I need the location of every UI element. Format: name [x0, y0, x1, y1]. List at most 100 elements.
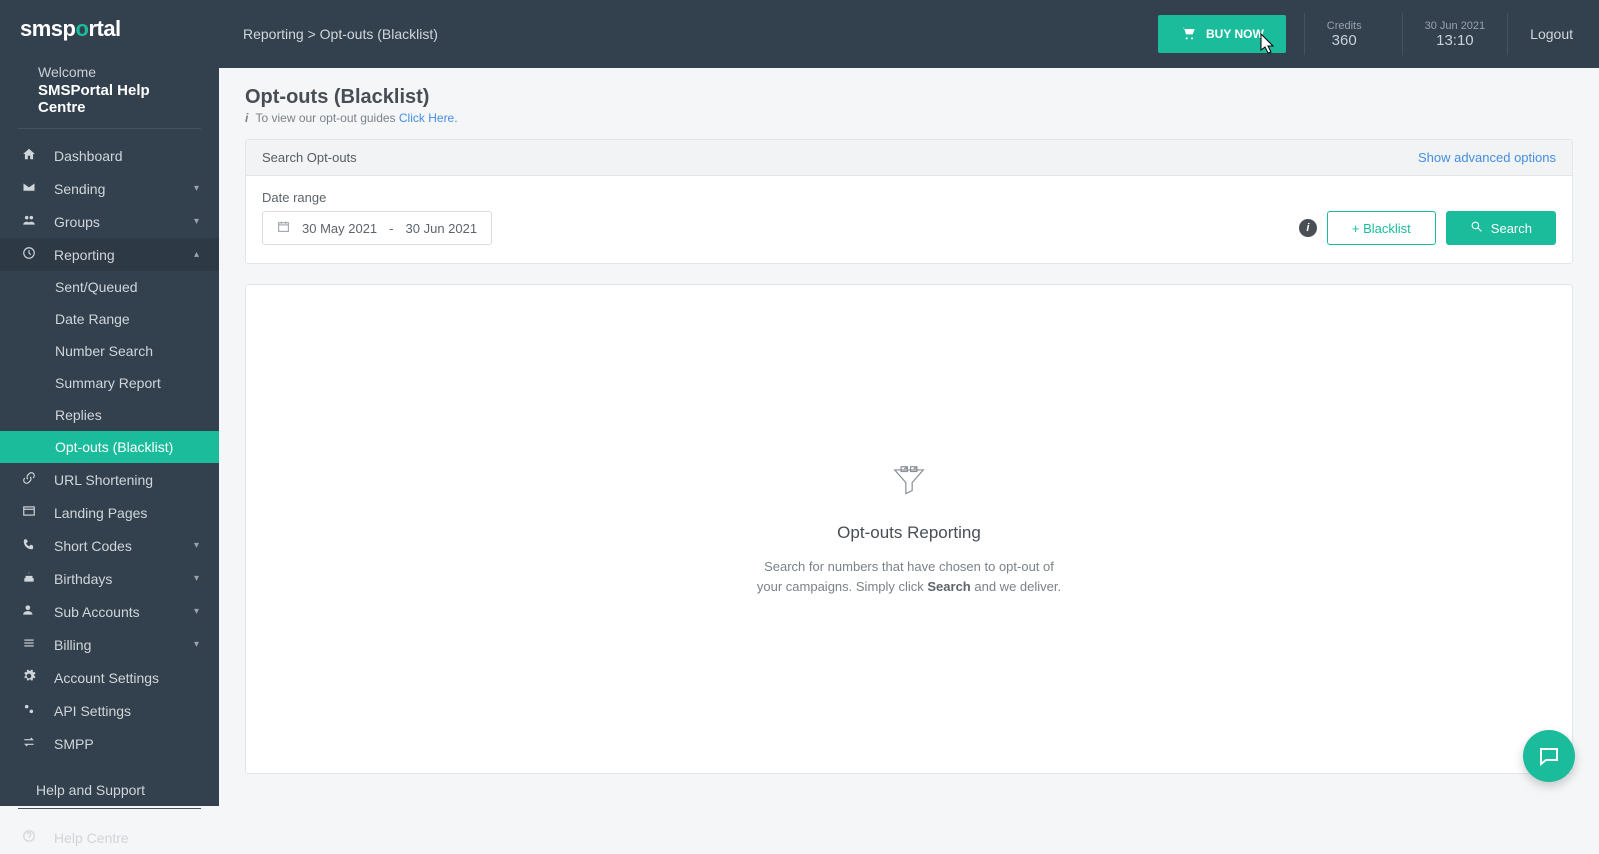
sidebar-item-reporting[interactable]: Reporting ▴ — [0, 238, 219, 271]
sidebar-label: SMPP — [54, 736, 94, 752]
nav-reporting-sub: Sent/Queued Date Range Number Search Sum… — [0, 271, 219, 463]
sidebar-label: Help Centre — [54, 830, 129, 846]
groups-icon — [20, 213, 38, 230]
logo-post: rtal — [88, 16, 120, 41]
date-range-picker[interactable]: 30 May 2021 - 30 Jun 2021 — [262, 211, 492, 245]
advanced-options-link[interactable]: Show advanced options — [1418, 150, 1556, 165]
credits-block: Credits 360 — [1304, 13, 1384, 55]
sidebar-label: Reporting — [54, 247, 115, 263]
sidebar-label: Dashboard — [54, 148, 123, 164]
welcome-name: SMSPortal Help Centre — [38, 82, 181, 116]
welcome-label: Welcome — [38, 64, 181, 80]
buy-now-button[interactable]: BUY NOW — [1158, 15, 1286, 53]
sidebar-item-api-settings[interactable]: API Settings — [0, 694, 219, 727]
sidebar-item-account-settings[interactable]: Account Settings — [0, 661, 219, 694]
sidebar-item-dashboard[interactable]: Dashboard — [0, 139, 219, 172]
sidebar-label: Sending — [54, 181, 105, 197]
help-icon — [20, 829, 38, 846]
reporting-icon — [20, 246, 38, 263]
nav-main: Dashboard Sending ▾ Groups ▾ Re — [0, 133, 219, 760]
link-icon — [20, 471, 38, 488]
credits-value: 360 — [1327, 32, 1362, 49]
sidebar-label: URL Shortening — [54, 472, 153, 488]
birthday-icon — [20, 570, 38, 587]
chevron-up-icon: ▴ — [194, 249, 199, 260]
topbar: Reporting > Opt-outs (Blacklist) BUY NOW… — [219, 0, 1599, 68]
info-tooltip-icon[interactable]: i — [1299, 219, 1317, 237]
search-icon — [1470, 220, 1483, 236]
sidebar-subitem-sent-queued[interactable]: Sent/Queued — [0, 271, 219, 303]
billing-icon — [20, 636, 38, 653]
sidebar-item-url-shortening[interactable]: URL Shortening — [0, 463, 219, 496]
main: Reporting > Opt-outs (Blacklist) BUY NOW… — [219, 0, 1599, 806]
time-value: 13:10 — [1425, 32, 1486, 49]
results-panel: Opt-outs Reporting Search for numbers th… — [245, 284, 1573, 774]
sidebar-label: API Settings — [54, 703, 131, 719]
credits-label: Credits — [1327, 20, 1362, 32]
guides-link[interactable]: Click Here. — [399, 111, 458, 125]
datetime-block: 30 Jun 2021 13:10 — [1402, 13, 1508, 55]
search-panel: Search Opt-outs Show advanced options Da… — [245, 139, 1573, 264]
controls-row: 30 May 2021 - 30 Jun 2021 i + Blacklist — [262, 211, 1556, 245]
sidebar-item-short-codes[interactable]: Short Codes ▾ — [0, 529, 219, 562]
panel-title: Search Opt-outs — [262, 150, 357, 165]
logo-area: smsportal — [0, 0, 219, 50]
search-button[interactable]: Search — [1446, 211, 1556, 245]
sidebar-subitem-optouts[interactable]: Opt-outs (Blacklist) — [0, 431, 219, 463]
subaccounts-icon — [20, 603, 38, 620]
chevron-down-icon: ▾ — [194, 573, 199, 584]
sidebar-label: Landing Pages — [54, 505, 147, 521]
chevron-down-icon: ▾ — [194, 639, 199, 650]
shortcodes-icon — [20, 537, 38, 554]
search-panel-body: Date range 30 May 2021 - 30 Jun 2021 i — [246, 176, 1572, 263]
welcome-block: Welcome SMSPortal Help Centre — [18, 50, 201, 129]
envelope-icon — [20, 180, 38, 197]
date-from: 30 May 2021 — [302, 221, 377, 236]
sidebar-item-sub-accounts[interactable]: Sub Accounts ▾ — [0, 595, 219, 628]
content: Opt-outs (Blacklist) i To view our opt-o… — [219, 68, 1599, 792]
landing-icon — [20, 504, 38, 521]
help-heading: Help and Support — [18, 768, 201, 809]
breadcrumb: Reporting > Opt-outs (Blacklist) — [243, 26, 438, 42]
chat-widget-button[interactable] — [1523, 730, 1575, 782]
date-dash: - — [389, 221, 393, 236]
topbar-right: BUY NOW Credits 360 30 Jun 2021 13:10 Lo… — [1158, 0, 1575, 68]
sidebar: smsportal Welcome SMSPortal Help Centre … — [0, 0, 219, 806]
sidebar-item-smpp[interactable]: SMPP — [0, 727, 219, 760]
gear-icon — [20, 669, 38, 686]
sidebar-subitem-replies[interactable]: Replies — [0, 399, 219, 431]
empty-title: Opt-outs Reporting — [757, 523, 1061, 543]
chevron-down-icon: ▾ — [194, 216, 199, 227]
nav-help: Help Centre — [0, 815, 219, 854]
page-title: Opt-outs (Blacklist) — [245, 86, 1573, 109]
right-controls: i + Blacklist Search — [1299, 211, 1556, 245]
sidebar-item-sending[interactable]: Sending ▾ — [0, 172, 219, 205]
date-range-label: Date range — [262, 190, 1556, 205]
sidebar-label: Sub Accounts — [54, 604, 140, 620]
cart-icon — [1180, 25, 1196, 44]
sidebar-subitem-date-range[interactable]: Date Range — [0, 303, 219, 335]
logout-link[interactable]: Logout — [1507, 13, 1575, 55]
sidebar-subitem-summary-report[interactable]: Summary Report — [0, 367, 219, 399]
sidebar-item-billing[interactable]: Billing ▾ — [0, 628, 219, 661]
chevron-down-icon: ▾ — [194, 183, 199, 194]
sidebar-label: Short Codes — [54, 538, 132, 554]
empty-text: Search for numbers that have chosen to o… — [757, 557, 1061, 596]
chevron-down-icon: ▾ — [194, 540, 199, 551]
sidebar-label: Account Settings — [54, 670, 159, 686]
sidebar-item-birthdays[interactable]: Birthdays ▾ — [0, 562, 219, 595]
empty-state: Opt-outs Reporting Search for numbers th… — [757, 462, 1061, 596]
smpp-icon — [20, 735, 38, 752]
chat-icon — [1537, 744, 1561, 768]
sidebar-subitem-number-search[interactable]: Number Search — [0, 335, 219, 367]
sidebar-item-groups[interactable]: Groups ▾ — [0, 205, 219, 238]
blacklist-button[interactable]: + Blacklist — [1327, 211, 1436, 245]
sidebar-label: Billing — [54, 637, 91, 653]
funnel-icon — [890, 462, 928, 505]
sidebar-item-help-centre[interactable]: Help Centre — [0, 821, 219, 854]
sidebar-item-landing-pages[interactable]: Landing Pages — [0, 496, 219, 529]
logo-pre: smsp — [20, 16, 75, 41]
date-label: 30 Jun 2021 — [1425, 20, 1486, 32]
sidebar-label: Groups — [54, 214, 100, 230]
gear-icon — [20, 702, 38, 719]
